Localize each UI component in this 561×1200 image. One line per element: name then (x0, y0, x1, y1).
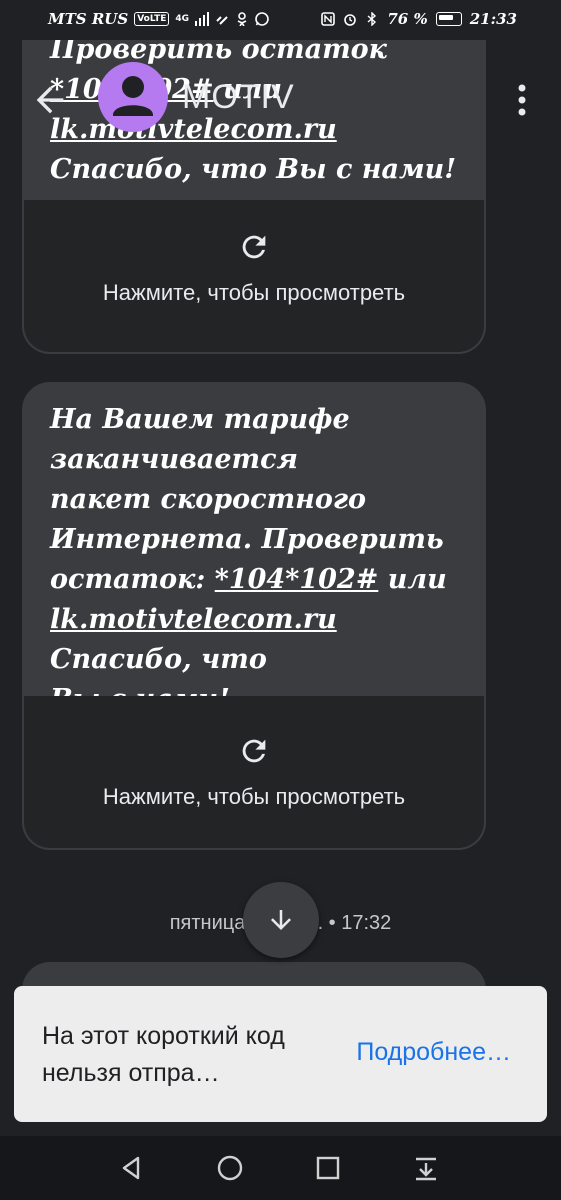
signal-icon (195, 12, 210, 26)
snackbar-details-button[interactable]: Подробнее… (356, 1038, 511, 1067)
refresh-icon[interactable] (237, 734, 271, 768)
battery-icon (435, 12, 462, 26)
clock: 21:33 (469, 10, 517, 28)
contact-avatar-icon (113, 76, 153, 116)
nav-back-icon[interactable] (118, 1154, 146, 1182)
tap-to-view-label[interactable]: Нажмите, чтобы просмотреть (24, 784, 484, 810)
nav-notifications-icon[interactable] (412, 1154, 440, 1182)
tap-to-view-label[interactable]: Нажмите, чтобы просмотреть (24, 280, 484, 306)
ok-notification-icon (237, 12, 247, 26)
message-bubble[interactable]: На Вашем тарифе заканчивается пакет скор… (22, 382, 486, 850)
alarm-icon (344, 14, 357, 26)
system-navigation-bar (0, 1136, 561, 1200)
bluetooth-icon (367, 12, 377, 26)
conversation-title[interactable]: MOTIV (182, 78, 295, 117)
message-line: остаток: (50, 564, 215, 595)
whatsapp-icon (255, 12, 269, 26)
message-attachment-panel[interactable]: Нажмите, чтобы просмотреть (22, 696, 486, 850)
more-vert-icon[interactable] (510, 82, 534, 118)
ussd-code-link[interactable]: *104*102# (215, 564, 379, 595)
message-line: пакет скоростного (50, 484, 367, 515)
nav-home-icon[interactable] (216, 1154, 244, 1182)
refresh-icon[interactable] (237, 230, 271, 264)
contact-avatar[interactable] (98, 62, 168, 132)
message-text: На Вашем тарифе заканчивается пакет скор… (22, 382, 486, 734)
message-line: На Вашем тарифе (50, 404, 350, 435)
app-bar: MOTIV (0, 40, 561, 156)
message-line: заканчивается (50, 444, 299, 475)
message-line: Спасибо, что (50, 644, 267, 675)
network-type: 4G (175, 14, 190, 24)
nav-recents-icon[interactable] (314, 1154, 342, 1182)
battery-percent: 76 % (387, 10, 428, 28)
status-bar: MTS RUS VoLTE 4G 76 % 21:33 (0, 0, 561, 40)
message-line: Интернета. Проверить (50, 524, 444, 555)
snackbar: На этот короткий код нельзя отпра… Подро… (14, 986, 547, 1122)
back-arrow-icon[interactable] (30, 80, 70, 120)
scroll-to-bottom-button[interactable] (243, 882, 319, 958)
arrow-down-icon (271, 910, 291, 930)
carrier-name: MTS RUS (48, 10, 129, 28)
message-attachment-panel[interactable]: Нажмите, чтобы просмотреть (22, 200, 486, 354)
website-link[interactable]: lk.motivtelecom.ru (50, 604, 337, 635)
nfc-icon (321, 12, 336, 26)
link-notification-icon (216, 16, 228, 25)
volte-badge: VoLTE (134, 12, 170, 26)
snackbar-message: На этот короткий код нельзя отпра… (42, 1022, 285, 1087)
message-line: или (378, 564, 447, 595)
